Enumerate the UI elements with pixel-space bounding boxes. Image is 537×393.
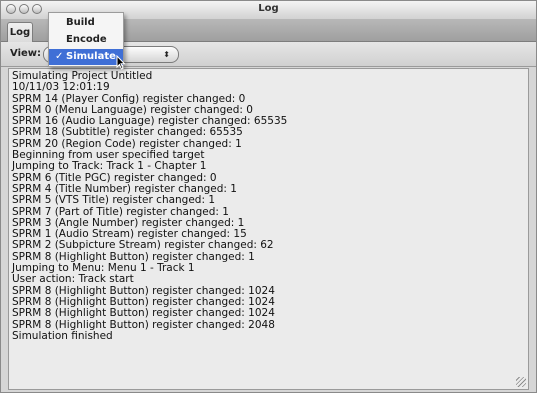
menu-item-encode[interactable]: Encode <box>49 32 123 48</box>
menu-item-label: Build <box>66 17 95 28</box>
log-line: User action: Track start <box>12 273 134 286</box>
log-window: Log Log View: ⬍ Simulating Project Untit… <box>0 0 537 393</box>
popup-arrows-icon: ⬍ <box>163 50 170 59</box>
tab-log[interactable]: Log <box>7 22 33 42</box>
checkmark-icon: ✓ <box>55 51 64 62</box>
menu-item-label: Simulate <box>66 51 116 62</box>
menu-item-build[interactable]: Build <box>49 15 123 31</box>
mouse-pointer-icon <box>116 55 126 70</box>
menu-item-simulate[interactable]: ✓ Simulate <box>49 49 123 65</box>
view-menu: Build Encode ✓ Simulate <box>48 12 124 67</box>
log-line: 10/11/03 12:01:19 <box>12 81 110 94</box>
log-line: Jumping to Track: Track 1 - Chapter 1 <box>12 160 207 173</box>
view-label: View: <box>10 48 42 59</box>
log-line: Simulation finished <box>12 329 113 342</box>
log-text-area[interactable]: Simulating Project Untitled 10/11/03 12:0… <box>8 68 529 390</box>
log-line: SPRM 5 (VTS Title) register changed: 1 <box>12 194 216 207</box>
log-lines: Simulating Project Untitled 10/11/03 12:0… <box>9 69 528 342</box>
resize-grip-icon[interactable] <box>516 377 526 387</box>
log-line: SPRM 8 (Highlight Button) register chang… <box>12 307 275 320</box>
menu-item-label: Encode <box>66 34 107 45</box>
